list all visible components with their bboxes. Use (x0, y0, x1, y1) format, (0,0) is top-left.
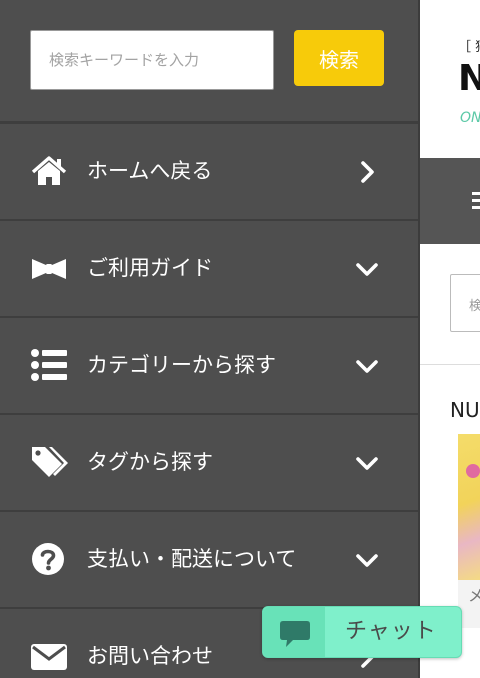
chevron-right-icon[interactable] (354, 160, 380, 184)
chat-widget-button[interactable]: チャット (262, 606, 462, 658)
menu-item-label: ホームへ戻る (87, 159, 213, 183)
brand-tagline: ［ 猫 (458, 40, 480, 55)
menu-item-label: 支払い・配送について (87, 547, 297, 571)
bow-tie-icon (32, 259, 66, 279)
menu-item-home[interactable]: ホームへ戻る (0, 124, 418, 221)
menu-item-label: タグから探す (87, 450, 213, 474)
chevron-down-icon[interactable] (354, 548, 380, 572)
chat-label: チャット (345, 619, 437, 644)
side-drawer: 検索 ホームへ戻る ご利用ガイド (0, 0, 420, 678)
menu-item-payment-shipping[interactable]: 支払い・配送について (0, 512, 418, 609)
home-icon (31, 156, 67, 185)
search-button[interactable]: 検索 (294, 30, 384, 86)
page-search-field[interactable]: 検 (450, 274, 480, 332)
menu-item-label: カテゴリーから探す (87, 353, 276, 377)
chevron-down-icon[interactable] (354, 257, 380, 281)
speech-bubble-icon (280, 621, 310, 647)
page-search-placeholder: 検 (469, 299, 480, 314)
product-card-title: メ (468, 586, 480, 605)
background-page: ［ 猫 N ON 検 NU メ (420, 0, 480, 678)
menu-item-label: ご利用ガイド (87, 256, 213, 280)
section-title: NU (450, 398, 480, 422)
chat-icon-container (263, 607, 325, 657)
menu-item-tags[interactable]: タグから探す (0, 415, 418, 512)
site-logo-subtitle: ON (460, 110, 480, 126)
product-card-image[interactable] (458, 434, 480, 580)
page-menu-bar (420, 158, 480, 244)
menu-item-label: お問い合わせ (87, 644, 213, 668)
drawer-search-row: 検索 (0, 0, 418, 124)
search-input[interactable] (30, 30, 274, 90)
site-logo[interactable]: N (458, 58, 480, 99)
question-circle-icon (32, 543, 64, 575)
hamburger-icon[interactable] (472, 192, 480, 195)
chevron-down-icon[interactable] (354, 354, 380, 378)
tags-icon (32, 447, 68, 477)
list-icon (31, 349, 67, 381)
menu-item-category[interactable]: カテゴリーから探す (0, 318, 418, 415)
chevron-down-icon[interactable] (354, 451, 380, 475)
drawer-menu: ホームへ戻る ご利用ガイド カテゴリーから探す タグから探す 支払い・配送につい… (0, 124, 418, 678)
menu-item-guide[interactable]: ご利用ガイド (0, 221, 418, 318)
page-divider (420, 364, 480, 365)
envelope-icon (31, 644, 67, 670)
